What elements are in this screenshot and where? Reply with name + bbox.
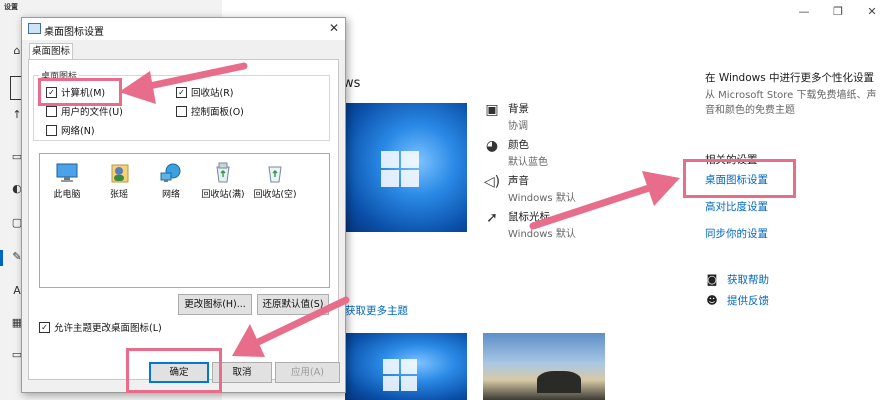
annotation-arrow	[252, 296, 350, 347]
annotation-arrow	[136, 62, 248, 92]
arrow-head	[119, 71, 156, 104]
annotation-arrow	[529, 183, 656, 230]
annotation-arrows	[119, 62, 680, 357]
